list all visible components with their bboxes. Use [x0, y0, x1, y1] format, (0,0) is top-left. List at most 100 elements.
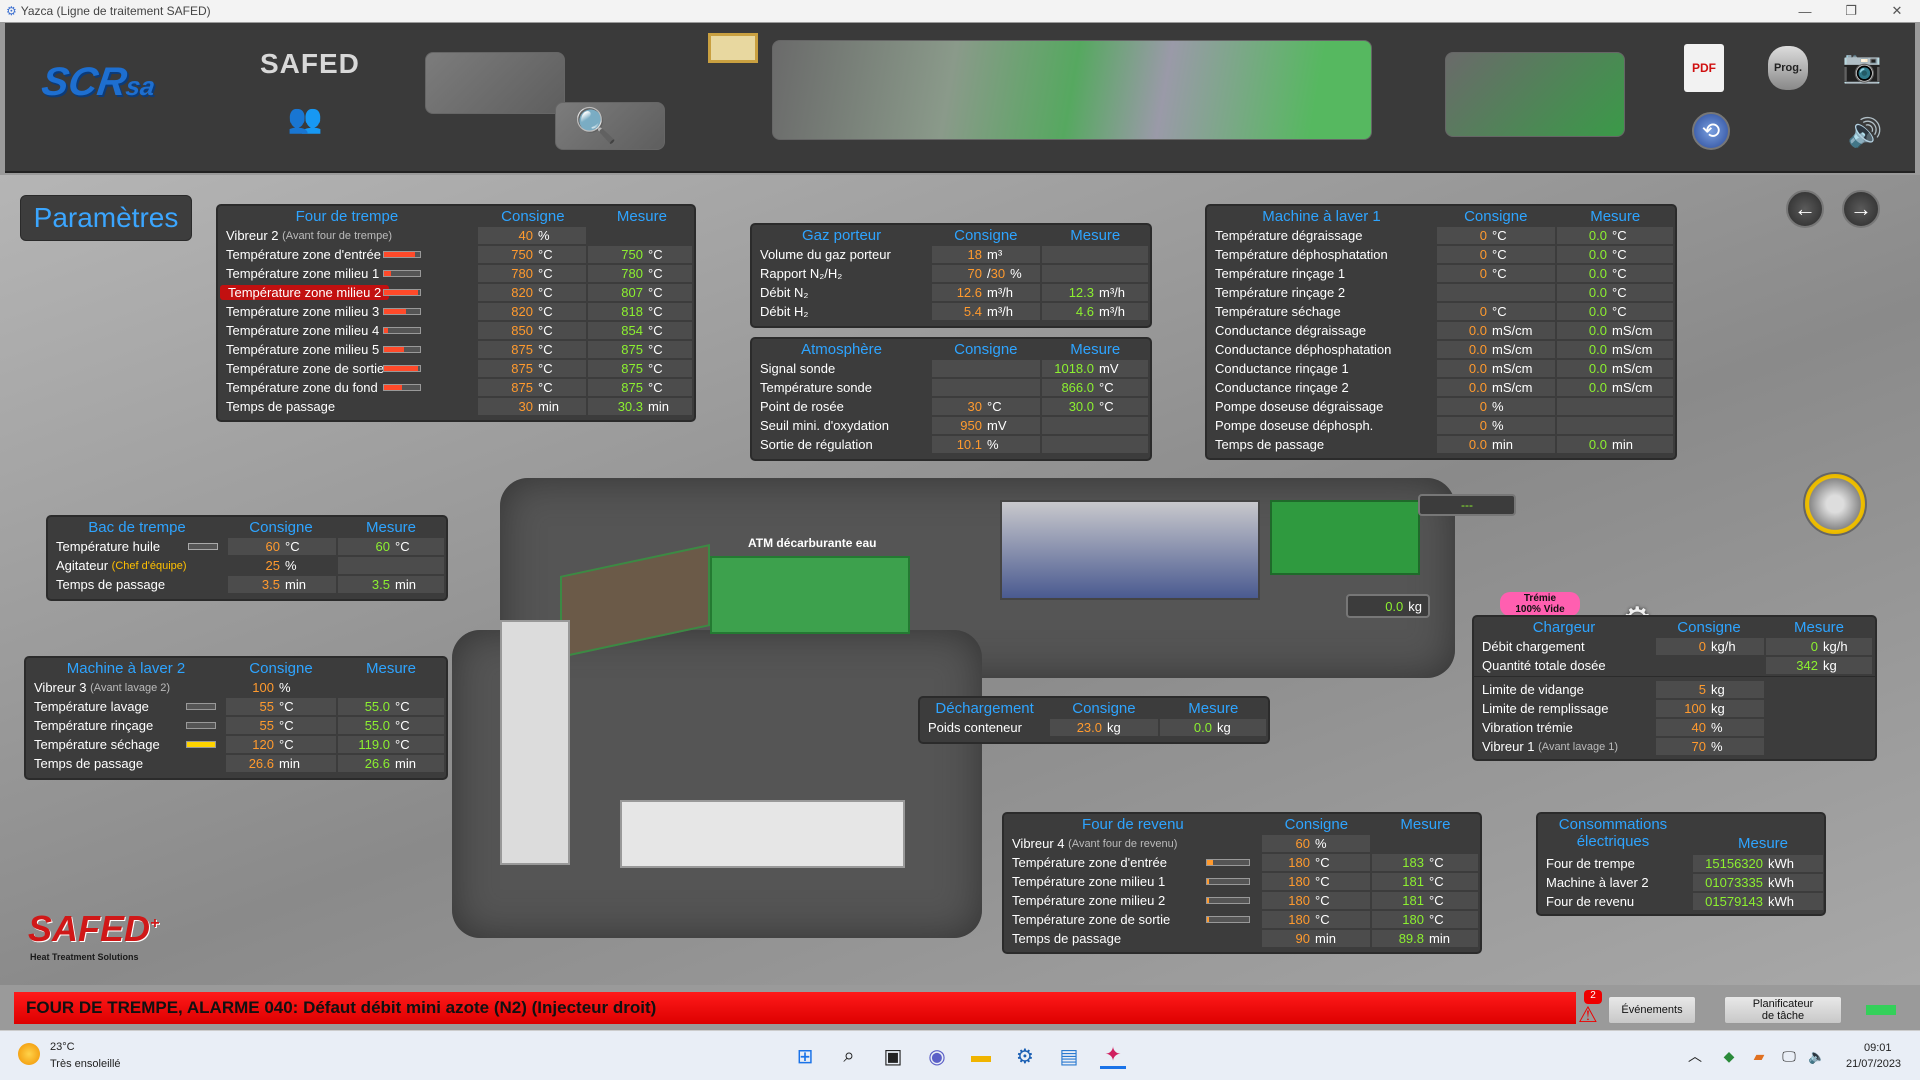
- consigne-value[interactable]: 875: [478, 342, 533, 357]
- passage-consigne[interactable]: 3.5: [228, 577, 280, 592]
- temperature-row: Température zone milieu 1 180 °C 181 °C: [1004, 872, 1480, 891]
- consigne-unit: °C: [538, 380, 553, 395]
- events-button[interactable]: Événements: [1608, 996, 1696, 1024]
- consigne-value[interactable]: 5.4: [932, 304, 982, 319]
- consigne-value[interactable]: 0: [1437, 247, 1487, 262]
- consigne-value[interactable]: 180: [1262, 855, 1310, 870]
- electrical-cabinet[interactable]: [500, 620, 570, 865]
- consigne-value[interactable]: 875: [478, 361, 533, 376]
- tempering-furnace[interactable]: [620, 800, 905, 868]
- sound-icon[interactable]: 🔊: [1845, 114, 1885, 150]
- passage-consigne[interactable]: 30: [478, 399, 533, 414]
- weather-icon[interactable]: [18, 1043, 40, 1065]
- consigne-value[interactable]: 0: [1437, 266, 1487, 281]
- minimize-button[interactable]: —: [1782, 0, 1828, 22]
- consigne-value[interactable]: 850: [478, 323, 533, 338]
- consigne-value[interactable]: 875: [478, 380, 533, 395]
- consigne-value[interactable]: 0.0: [1437, 342, 1487, 357]
- limite-remplissage-consigne[interactable]: 100: [1656, 701, 1706, 716]
- consigne-value[interactable]: 0.0: [1437, 361, 1487, 376]
- full-line-image[interactable]: [772, 40, 1372, 140]
- debit-consigne[interactable]: 0: [1656, 639, 1706, 654]
- consigne-value[interactable]: 0.0: [1437, 380, 1487, 395]
- trend-chart-icon[interactable]: [708, 33, 758, 63]
- poids-consigne[interactable]: 23.0: [1050, 720, 1102, 735]
- volume-icon[interactable]: 🔈: [1804, 1043, 1830, 1069]
- app-icon[interactable]: ▤: [1056, 1043, 1082, 1069]
- consigne-value[interactable]: 180: [1262, 893, 1310, 908]
- chat-icon[interactable]: ◉: [924, 1043, 950, 1069]
- alarm-banner[interactable]: FOUR DE TREMPE, ALARME 040: Défaut débit…: [14, 992, 1576, 1024]
- task-view-icon[interactable]: ▣: [880, 1043, 906, 1069]
- chevron-up-icon[interactable]: ︿: [1682, 1043, 1708, 1069]
- yazca-icon[interactable]: ✦: [1100, 1043, 1126, 1069]
- mesure-header: Mesure: [1188, 699, 1239, 717]
- fan-icon[interactable]: [1803, 472, 1867, 536]
- vibration-consigne[interactable]: 40: [1656, 720, 1706, 735]
- consigne-value[interactable]: 0.0: [1437, 323, 1487, 338]
- warning-icon[interactable]: 2 ⚠: [1578, 990, 1604, 1026]
- previous-page-button[interactable]: ←: [1786, 190, 1824, 228]
- settings-icon[interactable]: ⚙: [1012, 1043, 1038, 1069]
- vibreur-consigne[interactable]: 60: [1262, 836, 1310, 851]
- passage-consigne[interactable]: 26.6: [226, 756, 274, 771]
- huile-consigne[interactable]: 60: [228, 539, 280, 554]
- maximize-button[interactable]: ❐: [1828, 0, 1874, 22]
- clock-time[interactable]: 09:01: [1864, 1042, 1892, 1054]
- consigne-value[interactable]: 12.6: [932, 285, 982, 300]
- consigne-value[interactable]: 0: [1437, 399, 1487, 414]
- row-label: Conductance déphosphatation: [1215, 342, 1392, 357]
- vibreur-consigne[interactable]: 40: [478, 228, 533, 243]
- search-icon[interactable]: ⌕: [836, 1043, 862, 1069]
- network-app-icon[interactable]: ◆: [1716, 1043, 1742, 1069]
- start-icon[interactable]: ⊞: [792, 1043, 818, 1069]
- consigne-value[interactable]: 18: [932, 247, 982, 262]
- consigne-value-2[interactable]: 30: [991, 266, 1005, 281]
- tray-app-icon[interactable]: ▰: [1746, 1043, 1772, 1069]
- consigne-value[interactable]: 950: [932, 418, 982, 433]
- vibreur-consigne[interactable]: 100: [226, 680, 274, 695]
- pdf-icon[interactable]: PDF: [1684, 44, 1724, 92]
- temp-bar-indicator: [186, 703, 216, 710]
- consigne-value[interactable]: 180: [1262, 912, 1310, 927]
- consigne-value[interactable]: 820: [478, 285, 533, 300]
- consigne-value[interactable]: 750: [478, 247, 533, 262]
- users-icon[interactable]: 👥: [285, 98, 325, 138]
- atm-furnace[interactable]: [710, 556, 910, 634]
- limite-vidange-consigne[interactable]: 5: [1656, 682, 1706, 697]
- back-circle-icon[interactable]: ⟲: [1692, 112, 1730, 150]
- consigne-value[interactable]: 55: [226, 718, 274, 733]
- consigne-value[interactable]: 0.0: [1437, 437, 1487, 452]
- display-icon[interactable]: 🖵: [1776, 1043, 1802, 1069]
- charger-machine[interactable]: [1270, 500, 1420, 575]
- next-page-button[interactable]: →: [1842, 190, 1880, 228]
- charger-thumbnail[interactable]: [1445, 52, 1625, 137]
- consigne-value[interactable]: 55: [226, 699, 274, 714]
- line-overview-thumbnail[interactable]: [425, 52, 565, 114]
- washer-1-machine[interactable]: [1000, 500, 1260, 600]
- camera-icon[interactable]: 📷: [1840, 44, 1884, 88]
- consigne-value[interactable]: 70: [932, 266, 982, 281]
- consigne-value[interactable]: 10.1: [932, 437, 982, 452]
- consigne-value[interactable]: 780: [478, 266, 533, 281]
- file-explorer-icon[interactable]: ▬: [968, 1043, 994, 1069]
- consigne-value[interactable]: 0: [1437, 228, 1487, 243]
- consigne-value[interactable]: 120: [226, 737, 274, 752]
- close-button[interactable]: ✕: [1874, 0, 1920, 22]
- consigne-value[interactable]: 180: [1262, 874, 1310, 889]
- consigne-value[interactable]: 0: [1437, 304, 1487, 319]
- clock-date[interactable]: 21/07/2023: [1846, 1058, 1901, 1070]
- magnifier-icon[interactable]: 🔍: [575, 105, 617, 147]
- consigne-value[interactable]: 30: [932, 399, 982, 414]
- weather-desc[interactable]: Très ensoleillé: [50, 1058, 121, 1070]
- washer-row: Température lavage 55 °C 55.0 °C: [26, 697, 446, 716]
- passage-consigne[interactable]: 90: [1262, 931, 1310, 946]
- weather-temp[interactable]: 23°C: [50, 1041, 75, 1053]
- consigne-value[interactable]: 820: [478, 304, 533, 319]
- consigne-value[interactable]: 0: [1437, 418, 1487, 433]
- consigne-unit: min: [1492, 437, 1513, 452]
- prog-database-icon[interactable]: Prog.: [1768, 46, 1808, 90]
- task-planner-button[interactable]: Planificateur de tâche: [1724, 996, 1842, 1024]
- vibreur-1-consigne[interactable]: 70: [1656, 739, 1706, 754]
- agitateur-consigne[interactable]: 25: [228, 558, 280, 573]
